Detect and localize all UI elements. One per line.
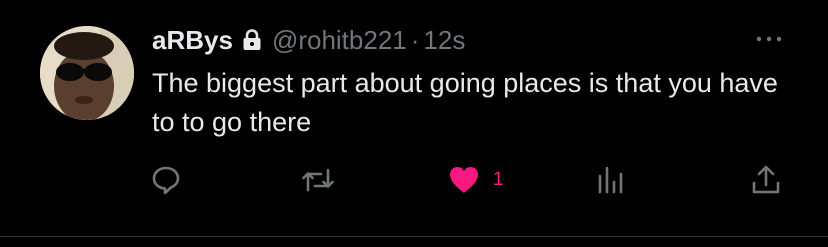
separator-dot: · <box>410 24 420 55</box>
heart-icon <box>447 164 481 196</box>
reply-icon <box>150 164 182 196</box>
views-button[interactable] <box>596 160 624 200</box>
share-icon <box>750 163 782 197</box>
like-button[interactable]: 1 <box>447 160 504 200</box>
views-icon <box>596 164 624 196</box>
display-name[interactable]: aRBys <box>152 25 233 56</box>
tweet-actions: 1 <box>0 160 828 200</box>
reply-button[interactable] <box>150 160 182 200</box>
avatar[interactable] <box>40 26 134 120</box>
retweet-icon <box>300 164 336 196</box>
timestamp[interactable]: 12s <box>423 25 465 56</box>
like-count: 1 <box>493 169 504 190</box>
tweet[interactable]: aRBys @rohitb221 · 12s The biggest part … <box>0 0 828 236</box>
lock-icon <box>242 29 262 51</box>
more-options-icon[interactable] <box>752 30 786 48</box>
retweet-button[interactable] <box>300 160 336 200</box>
user-handle[interactable]: @rohitb221 <box>272 25 407 56</box>
tweet-text: The biggest part about going places is t… <box>152 68 778 137</box>
tweet-header: aRBys @rohitb221 · 12s <box>152 22 465 58</box>
share-button[interactable] <box>750 160 782 200</box>
tweet-divider <box>0 236 828 237</box>
